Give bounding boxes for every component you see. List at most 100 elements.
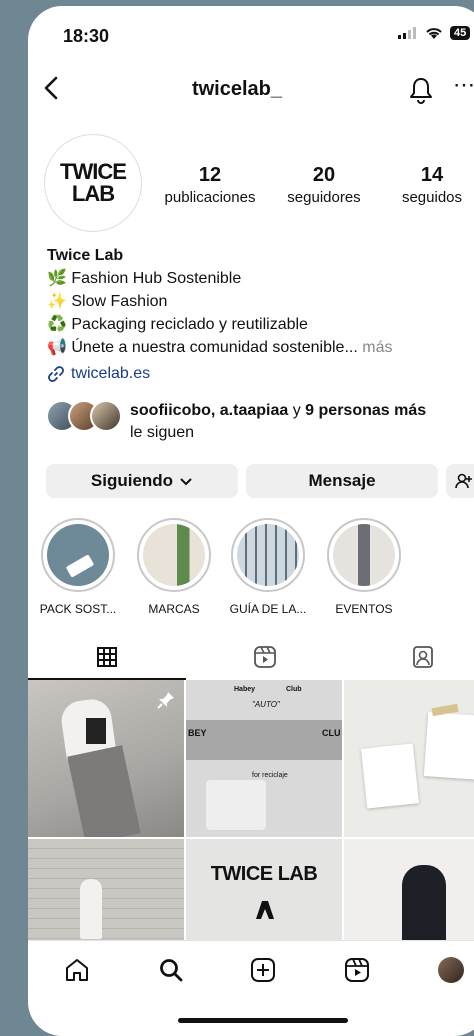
- highlight-ring: [137, 518, 211, 592]
- nav-search[interactable]: [156, 955, 186, 985]
- chevron-down-icon: [180, 478, 192, 486]
- bell-icon[interactable]: [408, 76, 434, 104]
- profile-tabs: [28, 636, 474, 680]
- stat-following-label: seguidos: [401, 189, 463, 206]
- highlight-label: PACK SOST...: [39, 602, 117, 616]
- add-person-icon: [455, 473, 472, 489]
- post-thumbnail[interactable]: [344, 680, 474, 837]
- post-text: for reciclaje: [252, 772, 288, 779]
- post-text: Club: [286, 686, 302, 693]
- highlight-guide[interactable]: GUÍA DE LA...: [228, 518, 308, 616]
- bottom-navigation: [28, 940, 474, 1001]
- stat-following[interactable]: 14 seguidos: [384, 164, 474, 206]
- post-text: CLU: [322, 728, 341, 738]
- bio-line-text: Packaging reciclado y reutilizable: [71, 316, 308, 333]
- bio-name: Twice Lab: [47, 247, 124, 264]
- highlight-label: MARCAS: [148, 602, 200, 616]
- nav-home[interactable]: [62, 955, 92, 985]
- pin-icon: [157, 692, 174, 709]
- nav-create[interactable]: [248, 955, 278, 985]
- home-icon: [66, 959, 88, 981]
- battery-icon: 45: [450, 26, 471, 40]
- nav-profile[interactable]: [436, 955, 466, 985]
- followed-by-others: 9 personas más: [305, 402, 427, 419]
- bio-link-text: twicelab.es: [71, 365, 151, 382]
- bio-line-text: Slow Fashion: [71, 293, 168, 310]
- status-icons: 45: [398, 26, 471, 40]
- tab-posts-grid[interactable]: [28, 636, 186, 678]
- post-text: Habey: [234, 686, 256, 693]
- message-button[interactable]: Mensaje: [246, 464, 438, 498]
- suggest-people-button[interactable]: [446, 464, 474, 498]
- profile-header: twicelab_ ⋯: [28, 68, 474, 112]
- post-text: BEY: [188, 728, 207, 738]
- recycle-emoji-icon: ♻️: [47, 316, 67, 333]
- tab-reels[interactable]: [186, 636, 344, 678]
- followed-by-text[interactable]: soofiicobo, a.taapiaa y 9 personas más l…: [130, 400, 474, 444]
- followed-by-connector: y: [292, 402, 301, 419]
- highlight-events[interactable]: EVENTOS: [324, 518, 404, 616]
- bio-more-link[interactable]: más: [362, 339, 392, 356]
- home-indicator: [178, 1018, 348, 1023]
- link-icon: [48, 365, 64, 382]
- highlight-ring: [327, 518, 401, 592]
- status-bar: 18:30 45: [28, 6, 474, 66]
- post-logo-text: TWICE LAB: [210, 863, 318, 885]
- highlight-cover: [143, 524, 205, 586]
- reels-icon: [345, 958, 369, 982]
- highlight-cover: [47, 524, 109, 586]
- stat-posts[interactable]: 12 publicaciones: [158, 164, 262, 206]
- grid-icon: [97, 647, 117, 667]
- stat-followers[interactable]: 20 seguidores: [272, 164, 376, 206]
- highlight-brands[interactable]: MARCAS: [134, 518, 214, 616]
- tab-tagged[interactable]: [344, 636, 474, 678]
- bio-line: ♻️ Packaging reciclado y reutilizable: [47, 313, 474, 336]
- search-icon: [160, 959, 183, 982]
- reels-icon: [254, 646, 276, 668]
- bio-line-text: Fashion Hub Sostenible: [71, 270, 242, 287]
- bio-line: ✨ Slow Fashion: [47, 290, 474, 313]
- phone-screen: 18:30 45 twicelab_ ⋯ TWICE LAB 12 public…: [28, 6, 474, 1036]
- bio-line: 🌿 Fashion Hub Sostenible: [47, 267, 474, 290]
- more-options-icon[interactable]: ⋯: [453, 72, 474, 98]
- highlight-label: EVENTOS: [335, 602, 393, 616]
- post-text: "AUTO": [252, 700, 280, 709]
- nav-reels[interactable]: [342, 955, 372, 985]
- followed-by-names: soofiicobo, a.taapiaa: [130, 402, 289, 419]
- leaf-emoji-icon: 🌿: [47, 270, 67, 287]
- following-button[interactable]: Siguiendo: [46, 464, 238, 498]
- stat-following-value: 14: [420, 164, 444, 186]
- stat-followers-value: 20: [312, 164, 336, 186]
- profile-avatar[interactable]: TWICE LAB: [44, 134, 142, 232]
- avatar-text-line1: TWICE: [60, 159, 127, 184]
- followed-by-suffix: le siguen: [130, 424, 195, 441]
- profile-bio: Twice Lab 🌿 Fashion Hub Sostenible ✨ Slo…: [47, 244, 474, 385]
- follower-avatar: [90, 400, 122, 432]
- stat-posts-label: publicaciones: [164, 189, 256, 206]
- bio-link[interactable]: twicelab.es: [47, 362, 474, 385]
- megaphone-emoji-icon: 📢: [47, 339, 67, 356]
- message-button-label: Mensaje: [308, 471, 376, 490]
- status-time: 18:30: [63, 26, 110, 46]
- highlight-ring: [231, 518, 305, 592]
- signal-icon: [398, 27, 416, 39]
- post-thumbnail[interactable]: Habey Club "AUTO" BEY CLU for reciclaje: [186, 680, 342, 837]
- highlight-pack[interactable]: PACK SOST...: [38, 518, 118, 616]
- following-button-label: Siguiendo: [90, 471, 174, 490]
- sparkles-emoji-icon: ✨: [47, 293, 67, 310]
- avatar-text-line2: LAB: [71, 181, 115, 206]
- post-thumbnail[interactable]: [28, 680, 184, 837]
- bio-line: 📢 Únete a nuestra comunidad sostenible..…: [47, 336, 474, 359]
- profile-avatar-icon: [438, 957, 464, 983]
- tagged-icon: [413, 646, 433, 668]
- highlight-cover: [333, 524, 395, 586]
- stat-posts-value: 12: [198, 164, 222, 186]
- stat-followers-label: seguidores: [287, 189, 361, 206]
- add-post-icon: [251, 958, 275, 982]
- highlight-label: GUÍA DE LA...: [229, 602, 307, 616]
- highlight-ring: [41, 518, 115, 592]
- wifi-icon: [426, 27, 442, 39]
- bio-line-text: Únete a nuestra comunidad sostenible...: [71, 339, 358, 356]
- follower-avatars[interactable]: [46, 400, 122, 432]
- brand-logo-icon: [256, 901, 274, 919]
